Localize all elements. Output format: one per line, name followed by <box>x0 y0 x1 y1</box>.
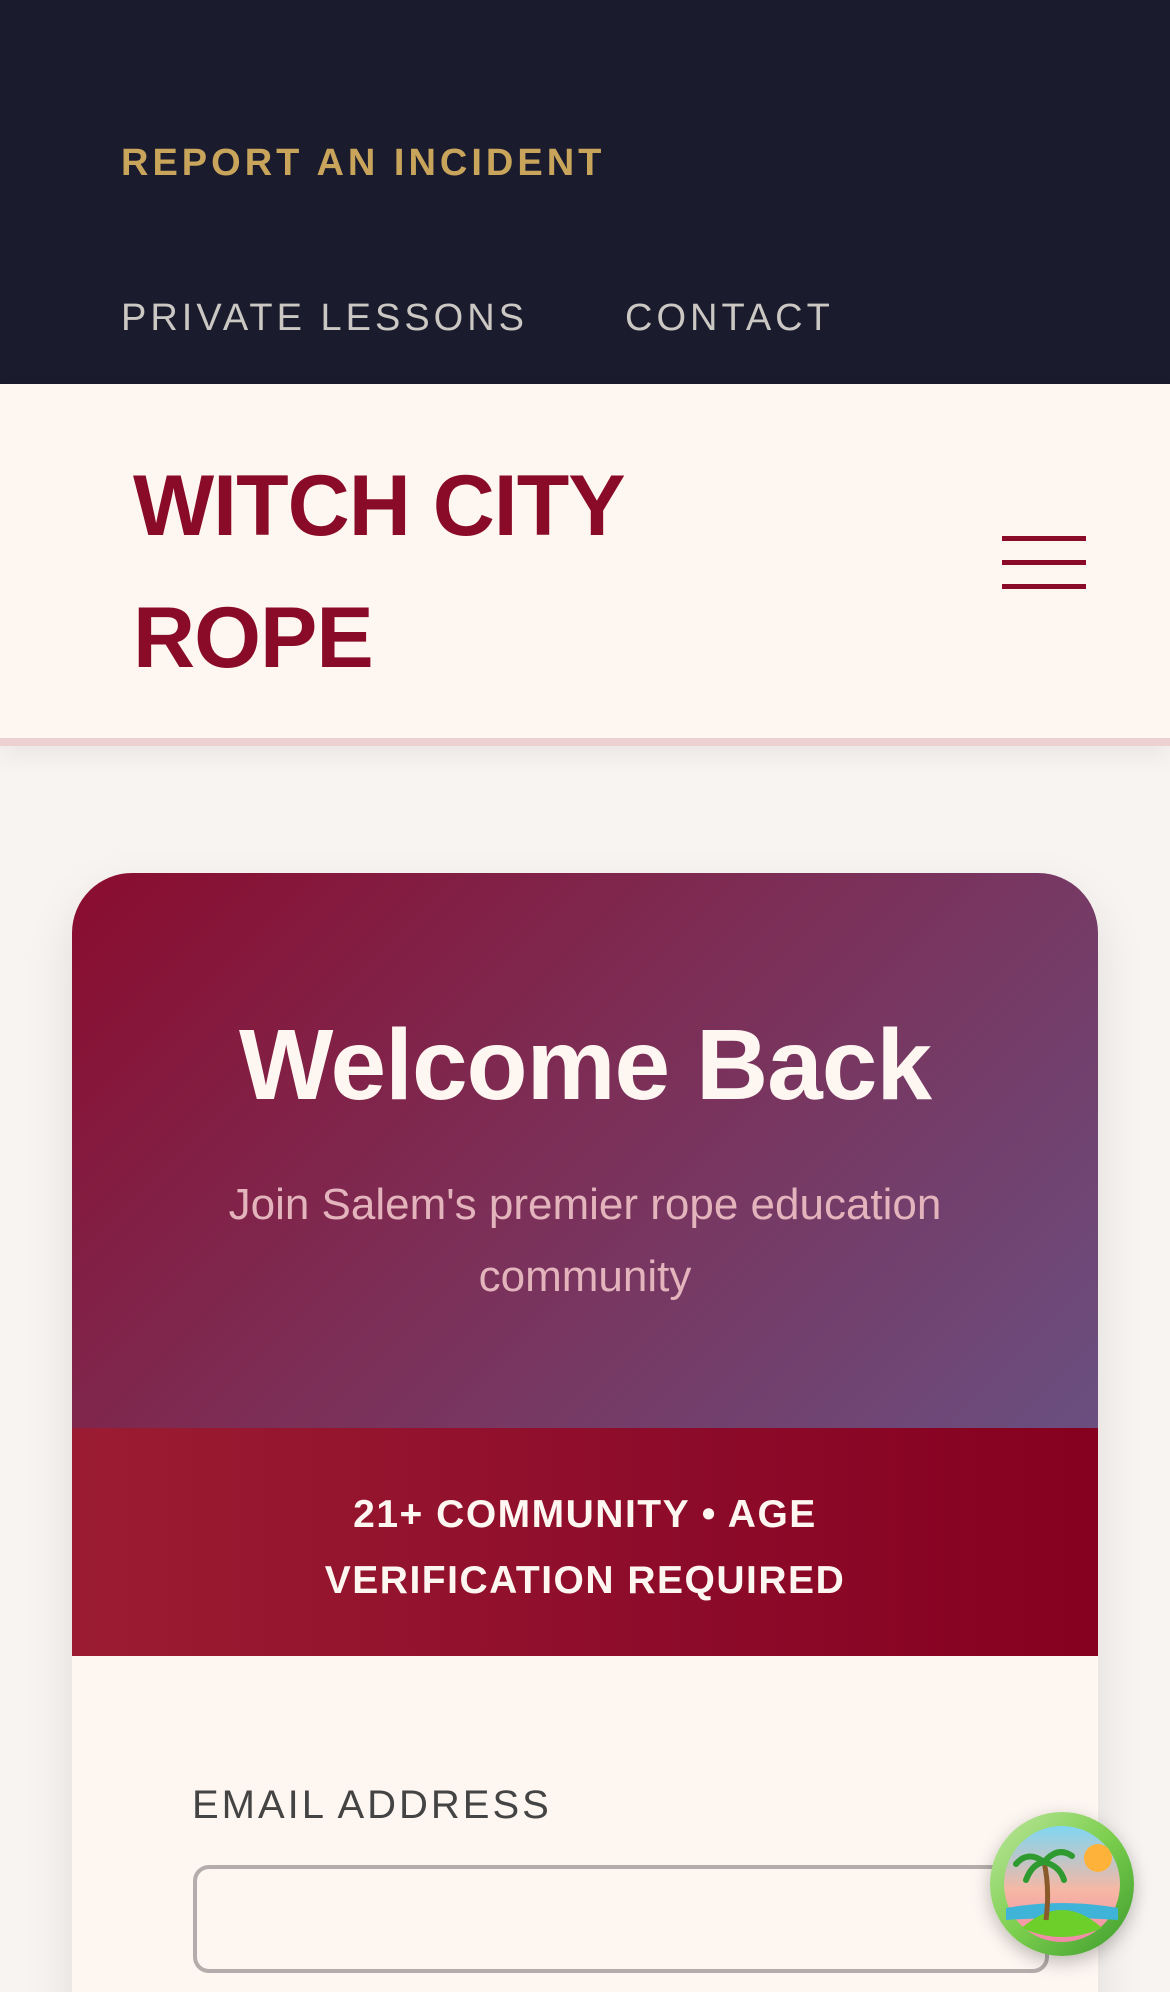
menu-bar <box>1002 584 1086 589</box>
page-title: Welcome Back <box>238 1009 932 1121</box>
login-card: Welcome Back Join Salem's premier rope e… <box>72 873 1098 1992</box>
report-incident-link[interactable]: REPORT AN INCIDENT <box>121 142 605 185</box>
card-hero: Welcome Back Join Salem's premier rope e… <box>72 873 1098 1428</box>
hamburger-menu-icon[interactable] <box>1002 536 1086 592</box>
site-header: WITCH CITY ROPE <box>0 384 1170 746</box>
menu-bar <box>1002 560 1086 565</box>
site-logo[interactable]: WITCH CITY ROPE <box>133 440 693 704</box>
page-subtitle: Join Salem's premier rope education comm… <box>228 1180 942 1301</box>
utility-bar: REPORT AN INCIDENT PRIVATE LESSONS CONTA… <box>0 0 1170 384</box>
tropical-island-icon[interactable] <box>990 1812 1134 1956</box>
private-lessons-link[interactable]: PRIVATE LESSONS <box>121 297 528 340</box>
email-field[interactable] <box>193 1865 1049 1973</box>
island-illustration <box>1004 1826 1120 1942</box>
contact-link[interactable]: CONTACT <box>625 297 834 340</box>
menu-bar <box>1002 536 1086 541</box>
email-label: EMAIL ADDRESS <box>192 1783 552 1827</box>
age-notice-banner: 21+ COMMUNITY • AGE VERIFICATION REQUIRE… <box>72 1428 1098 1656</box>
age-notice-text: 21+ COMMUNITY • AGE VERIFICATION REQUIRE… <box>324 1493 846 1602</box>
